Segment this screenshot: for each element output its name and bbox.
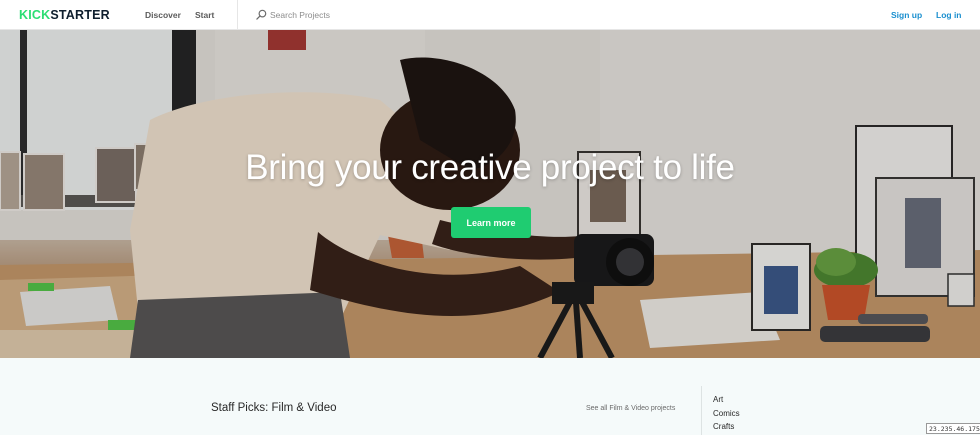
- kickstarter-logo[interactable]: KICKSTARTER: [19, 8, 110, 22]
- nav-start-link[interactable]: Start: [195, 10, 214, 20]
- hero-headline: Bring your creative project to life: [245, 148, 735, 187]
- category-list: Art Comics Crafts: [713, 393, 740, 434]
- staff-picks-title: Staff Picks: Film & Video: [211, 402, 337, 414]
- nav-discover-link[interactable]: Discover: [145, 10, 181, 20]
- sign-up-link[interactable]: Sign up: [891, 10, 922, 20]
- search-input[interactable]: [270, 7, 570, 22]
- category-item-crafts[interactable]: Crafts: [713, 420, 740, 434]
- category-divider: [701, 386, 702, 435]
- log-in-link[interactable]: Log in: [936, 10, 962, 20]
- logo-kick-text: KICK: [19, 8, 51, 22]
- hero-banner: Bring your creative project to life Lear…: [0, 30, 980, 358]
- ip-address-badge: 23.235.46.175: [926, 423, 980, 434]
- staff-picks-section: Staff Picks: Film & Video See all Film &…: [0, 358, 980, 435]
- learn-more-button[interactable]: Learn more: [451, 207, 531, 238]
- see-all-projects-link[interactable]: See all Film & Video projects: [586, 405, 675, 412]
- logo-starter-text: STARTER: [50, 8, 110, 22]
- category-item-comics[interactable]: Comics: [713, 407, 740, 421]
- category-item-art[interactable]: Art: [713, 393, 740, 407]
- top-navigation-bar: KICKSTARTER Discover Start Sign up Log i…: [0, 0, 980, 30]
- hero-photo: [0, 30, 980, 358]
- header-divider: [237, 0, 238, 29]
- search-icon[interactable]: [256, 9, 267, 20]
